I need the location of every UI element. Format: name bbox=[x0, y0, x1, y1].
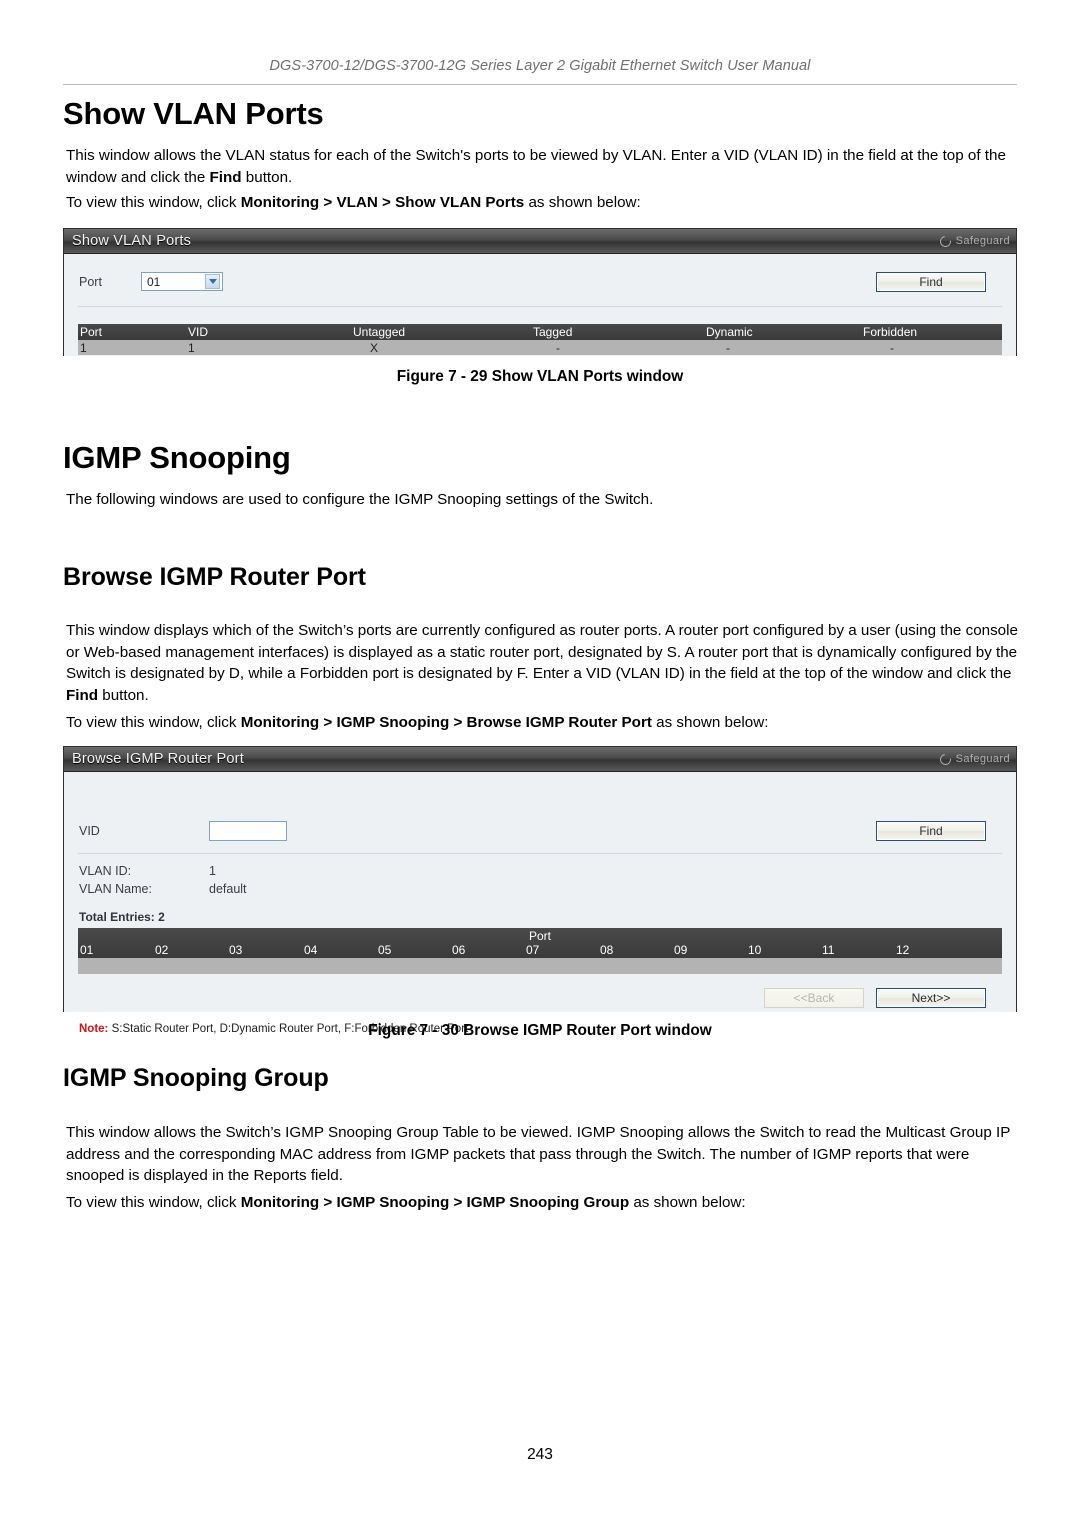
column-header-port-06: 06 bbox=[452, 943, 466, 957]
column-header-port: Port bbox=[80, 325, 103, 339]
cell-forbidden: - bbox=[890, 340, 894, 355]
port-field-row: Port 01 bbox=[79, 272, 223, 291]
vlan-name-row: VLAN Name: default bbox=[79, 882, 247, 896]
section-divider bbox=[78, 306, 1002, 307]
header-divider bbox=[63, 84, 1017, 85]
column-header-port-03: 03 bbox=[229, 943, 243, 957]
column-header-port-10: 10 bbox=[748, 943, 762, 957]
nav-line-browse-igmp-router-port: To view this window, click Monitoring > … bbox=[66, 714, 769, 731]
back-button[interactable]: <<Back bbox=[764, 988, 864, 1008]
page-title-show-vlan-ports: Show VLAN Ports bbox=[63, 96, 324, 131]
document-page: DGS-3700-12/DGS-3700-12G Series Layer 2 … bbox=[0, 0, 1080, 1526]
safeguard-icon bbox=[937, 751, 953, 767]
window-body: Port 01 Find Port VID Untagged Tagged Dy… bbox=[64, 254, 1016, 356]
port-select-value: 01 bbox=[147, 274, 161, 289]
page-title-igmp-snooping-group: IGMP Snooping Group bbox=[63, 1064, 329, 1092]
nav-line-show-vlan-ports: To view this window, click Monitoring > … bbox=[66, 194, 641, 211]
column-header-port-01: 01 bbox=[80, 943, 94, 957]
port-table-row bbox=[78, 958, 1002, 974]
column-header-port-02: 02 bbox=[155, 943, 169, 957]
figure-caption-29: Figure 7 - 29 Show VLAN Ports window bbox=[396, 368, 684, 385]
vlan-id-value: 1 bbox=[209, 864, 216, 878]
column-header-vid: VID bbox=[188, 325, 209, 339]
section-divider bbox=[78, 853, 1002, 854]
port-group-label: Port bbox=[528, 929, 551, 943]
column-header-port-09: 09 bbox=[674, 943, 688, 957]
cell-untagged: X bbox=[370, 340, 379, 355]
total-entries-label: Total Entries: 2 bbox=[79, 910, 165, 924]
window-titlebar: Show VLAN Ports Safeguard bbox=[64, 229, 1016, 254]
column-header-dynamic: Dynamic bbox=[706, 325, 753, 339]
page-title-igmp-snooping: IGMP Snooping bbox=[63, 440, 291, 475]
vlan-table-header: Port VID Untagged Tagged Dynamic Forbidd… bbox=[78, 324, 1002, 340]
page-title-browse-igmp-router-port: Browse IGMP Router Port bbox=[63, 563, 366, 591]
vlan-name-value: default bbox=[209, 882, 247, 896]
column-header-tagged: Tagged bbox=[533, 325, 573, 339]
screenshot-show-vlan-ports-window: Show VLAN Ports Safeguard Port 01 Find P… bbox=[63, 228, 1017, 356]
find-button[interactable]: Find bbox=[876, 272, 986, 292]
window-body: VID Find VLAN ID: 1 VLAN Name: default T… bbox=[64, 772, 1016, 1035]
column-header-untagged: Untagged bbox=[353, 325, 406, 339]
paragraph-igmp-snooping: The following windows are used to config… bbox=[66, 491, 654, 508]
nav-line-igmp-snooping-group: To view this window, click Monitoring > … bbox=[66, 1194, 746, 1211]
find-button[interactable]: Find bbox=[876, 821, 986, 841]
chevron-down-icon[interactable] bbox=[205, 274, 220, 289]
paragraph-show-vlan-ports: This window allows the VLAN status for e… bbox=[66, 147, 1006, 186]
paragraph-igmp-snooping-group: This window allows the Switch’s IGMP Sno… bbox=[66, 1124, 1011, 1184]
safeguard-label: Safeguard bbox=[955, 753, 1010, 765]
cell-vid: 1 bbox=[188, 340, 195, 355]
window-title-label: Show VLAN Ports bbox=[72, 233, 192, 249]
page-number: 243 bbox=[527, 1446, 553, 1463]
port-table-header: Port 01 02 03 04 05 06 07 08 09 10 11 12 bbox=[78, 928, 1002, 958]
next-button[interactable]: Next>> bbox=[876, 988, 986, 1008]
safeguard-indicator: Safeguard bbox=[937, 751, 1010, 767]
column-header-port-12: 12 bbox=[896, 943, 910, 957]
column-header-port-05: 05 bbox=[378, 943, 392, 957]
column-header-forbidden: Forbidden bbox=[863, 325, 918, 339]
safeguard-icon bbox=[937, 233, 953, 249]
port-select[interactable]: 01 bbox=[141, 272, 223, 291]
vlan-name-label: VLAN Name: bbox=[79, 882, 152, 896]
window-titlebar: Browse IGMP Router Port Safeguard bbox=[64, 747, 1016, 772]
column-header-port-08: 08 bbox=[600, 943, 614, 957]
port-label: Port bbox=[79, 274, 102, 289]
cell-tagged: - bbox=[556, 340, 560, 355]
screenshot-browse-igmp-router-port-window: Browse IGMP Router Port Safeguard VID Fi… bbox=[63, 746, 1017, 1035]
safeguard-indicator: Safeguard bbox=[937, 233, 1010, 249]
table-row: 1 1 X - - - bbox=[78, 340, 1002, 355]
safeguard-label: Safeguard bbox=[955, 235, 1010, 247]
column-header-port-04: 04 bbox=[304, 943, 318, 957]
paragraph-browse-igmp-router-port: This window displays which of the Switch… bbox=[66, 622, 1018, 704]
cell-dynamic: - bbox=[726, 340, 730, 355]
vid-label: VID bbox=[79, 824, 100, 838]
vid-input[interactable] bbox=[209, 821, 287, 841]
cell-port: 1 bbox=[80, 340, 87, 355]
column-header-port-11: 11 bbox=[822, 943, 835, 957]
vlan-id-row: VLAN ID: 1 bbox=[79, 864, 216, 878]
vid-field-row: VID bbox=[79, 821, 287, 841]
window-title-label: Browse IGMP Router Port bbox=[72, 751, 244, 767]
figure-caption-30: Figure 7 - 30 Browse IGMP Router Port wi… bbox=[368, 1022, 712, 1039]
column-header-port-07: 07 bbox=[526, 943, 540, 957]
vlan-id-label: VLAN ID: bbox=[79, 864, 132, 878]
running-header: DGS-3700-12/DGS-3700-12G Series Layer 2 … bbox=[269, 58, 811, 74]
